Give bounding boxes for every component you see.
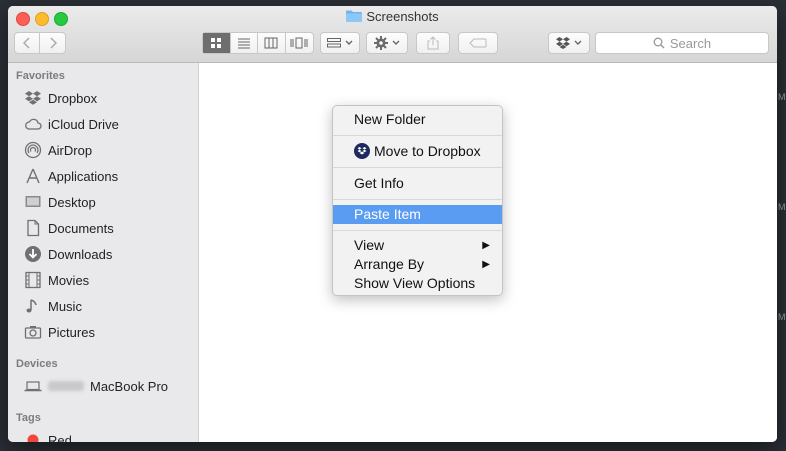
titlebar: Screenshots Search [8,6,777,63]
tag-icon [469,38,487,48]
menu-separator [333,230,502,231]
dropbox-badge-icon [354,143,370,159]
menu-separator [333,167,502,168]
column-view-button[interactable] [258,33,286,53]
sidebar-item-label: Downloads [48,246,113,262]
sidebar: Favorites Dropbox iCloud Drive AirDrop A… [8,63,199,442]
tag-button[interactable] [458,32,498,54]
grid-arrange-icon [326,38,341,48]
red-tag-dot-icon [27,434,39,442]
menu-item-label: View [354,237,385,253]
menu-separator [333,199,502,200]
chevron-down-icon [392,40,399,45]
sidebar-item-label: MacBook Pro [90,378,169,394]
desktop-edge-mark: M [778,202,786,212]
sidebar-item-label: AirDrop [48,142,93,158]
applications-icon [26,168,40,184]
desktop-icon [25,196,41,207]
downloads-icon [25,246,41,262]
menu-item-label: Arrange By [354,256,425,272]
sidebar-item-label: Pictures [48,324,95,340]
search-placeholder: Search [669,35,712,51]
sidebar-item-label: Movies [48,272,90,288]
window-title-text: Screenshots [366,9,439,24]
dropbox-icon [25,91,41,105]
sidebar-item-dropbox[interactable]: Dropbox [24,86,97,110]
back-button[interactable] [15,33,41,53]
share-button[interactable] [416,32,450,54]
arrange-button[interactable] [320,32,360,54]
chevron-down-icon [574,40,581,45]
icon-view-icon [211,38,222,48]
finder-window: Screenshots Search Favorites Dropbox iCl… [8,6,777,442]
chevron-left-icon [23,37,30,49]
camera-icon [24,326,42,339]
share-icon [427,36,439,50]
film-icon [25,271,41,289]
menu-item-show-view-options[interactable]: Show View Options [333,274,502,293]
desktop-edge-mark: M [778,92,786,102]
tags-header: Tags [16,412,41,424]
sidebar-item-airdrop[interactable]: AirDrop [24,138,92,162]
sidebar-item-tag-red[interactable]: Red [24,428,72,442]
cover-flow-icon [290,37,308,49]
gear-icon [373,36,388,50]
nav-buttons [14,32,66,54]
dropbox-icon [555,37,570,49]
column-view-icon [264,37,278,49]
sidebar-item-label: Documents [48,220,114,236]
menu-item-get-info[interactable]: Get Info [333,174,502,193]
sidebar-item-downloads[interactable]: Downloads [24,242,112,266]
redacted-device-owner [48,381,84,391]
chevron-down-icon [345,40,352,45]
view-mode-control [202,32,314,54]
menu-item-paste-item[interactable]: Paste Item [333,205,502,224]
sidebar-item-applications[interactable]: Applications [24,164,118,188]
menu-item-move-to-dropbox[interactable]: Move to Dropbox [333,142,502,161]
sidebar-item-label: Music [48,298,82,314]
cloud-icon [25,118,42,130]
sidebar-item-music[interactable]: Music [24,294,82,318]
laptop-icon [24,381,42,392]
context-menu: New Folder Move to Dropbox Get Info Past… [332,105,503,296]
favorites-header: Favorites [16,70,65,82]
menu-separator [333,135,502,136]
submenu-arrow-icon: ▶ [482,240,490,251]
sidebar-item-pictures[interactable]: Pictures [24,320,95,344]
sidebar-item-icloud-drive[interactable]: iCloud Drive [24,112,119,136]
devices-header: Devices [16,358,58,370]
menu-item-view[interactable]: View ▶ [333,236,502,255]
sidebar-item-documents[interactable]: Documents [24,216,114,240]
sidebar-item-macbook-pro[interactable]: MacBook Pro [24,374,168,398]
dropbox-toolbar-button[interactable] [548,32,590,54]
sidebar-item-label: iCloud Drive [48,116,119,132]
menu-item-new-folder[interactable]: New Folder [333,110,502,129]
sidebar-item-label: Dropbox [48,90,98,106]
window-title: Screenshots [8,9,777,24]
cover-flow-button[interactable] [286,33,313,53]
airdrop-icon [24,141,42,159]
action-button[interactable] [366,32,408,54]
music-note-icon [26,299,37,313]
menu-item-label: Move to Dropbox [374,143,481,159]
menu-item-arrange-by[interactable]: Arrange By ▶ [333,255,502,274]
search-input[interactable]: Search [595,32,769,54]
documents-icon [27,219,40,237]
sidebar-item-label: Desktop [48,194,96,210]
search-icon [653,37,665,49]
sidebar-item-desktop[interactable]: Desktop [24,190,96,214]
chevron-right-icon [49,37,57,49]
forward-button[interactable] [40,33,65,53]
list-view-button[interactable] [231,33,258,53]
sidebar-item-label: Applications [48,168,119,184]
folder-icon [346,10,363,22]
list-view-icon [237,38,250,49]
icon-view-button[interactable] [203,33,231,53]
sidebar-item-movies[interactable]: Movies [24,268,89,292]
desktop-edge-mark: M [778,312,786,322]
sidebar-item-label: Red [48,432,72,443]
submenu-arrow-icon: ▶ [482,259,490,270]
